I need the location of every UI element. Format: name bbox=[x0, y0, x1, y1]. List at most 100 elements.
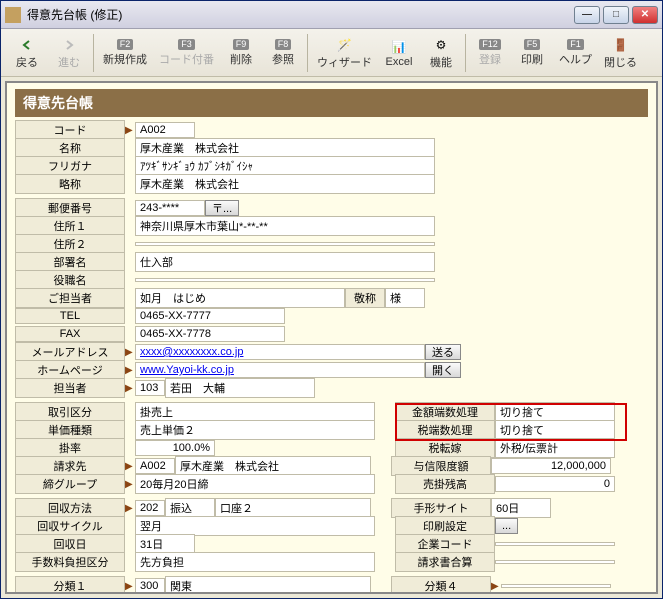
seikyu-label: 請求先 bbox=[15, 456, 125, 476]
kaishu-code-field[interactable]: 202 bbox=[135, 500, 165, 516]
seikyu-code-field[interactable]: A002 bbox=[135, 458, 175, 474]
help-button[interactable]: F1ヘルプ bbox=[554, 32, 597, 74]
zeitenka-field[interactable]: 外税/伝票計 bbox=[495, 438, 615, 458]
wizard-icon: 🪄 bbox=[336, 36, 354, 54]
back-button[interactable]: 戻る bbox=[7, 32, 47, 74]
kigyo-label: 企業コード bbox=[395, 534, 495, 554]
homepage-label: ホームページ bbox=[15, 360, 125, 380]
kigyo-field[interactable] bbox=[495, 542, 615, 546]
kakeritu-field[interactable]: 100.0% bbox=[135, 440, 215, 456]
kaishubi-field[interactable]: 31日 bbox=[135, 534, 195, 554]
print-settings-button[interactable]: ... bbox=[495, 518, 518, 534]
name-field[interactable]: 厚木産業 株式会社 bbox=[135, 138, 435, 158]
tantou-code-field[interactable]: 103 bbox=[135, 380, 165, 396]
shime-label: 締グループ bbox=[15, 474, 125, 494]
homepage-field[interactable]: www.Yayoi-kk.co.jp bbox=[135, 362, 425, 378]
addr1-field[interactable]: 神奈川県厚木市葉山*-**-** bbox=[135, 216, 435, 236]
register-button[interactable]: F12登録 bbox=[470, 32, 510, 74]
marker-icon: ▶ bbox=[491, 581, 501, 592]
kaishu-name-field[interactable]: 振込 bbox=[165, 498, 215, 518]
zip-lookup-button[interactable]: 〒... bbox=[205, 200, 239, 216]
kaishubi-label: 回収日 bbox=[15, 534, 125, 554]
titlebar: 得意先台帳 (修正) — □ ✕ bbox=[1, 1, 662, 29]
toolbar: 戻る 進む F2新規作成 F3コード付番 F9削除 F8参照 🪄ウィザード 📊E… bbox=[1, 29, 662, 77]
zip-field[interactable]: 243-**** bbox=[135, 200, 205, 216]
wizard-button[interactable]: 🪄ウィザード bbox=[312, 32, 377, 74]
title-label: 役職名 bbox=[15, 270, 125, 290]
marker-icon: ▶ bbox=[125, 479, 135, 490]
reference-button[interactable]: F8参照 bbox=[263, 32, 303, 74]
tantou-label: 担当者 bbox=[15, 378, 125, 398]
delete-button[interactable]: F9削除 bbox=[221, 32, 261, 74]
close-window-button[interactable]: ✕ bbox=[632, 6, 658, 24]
tel-field[interactable]: 0465-XX-7777 bbox=[135, 308, 285, 324]
addr2-field[interactable] bbox=[135, 242, 435, 246]
marker-icon: ▶ bbox=[125, 503, 135, 514]
honor-label: 敬称 bbox=[345, 288, 385, 308]
close-button[interactable]: 🚪閉じる bbox=[599, 32, 642, 74]
send-mail-button[interactable]: 送る bbox=[425, 344, 461, 360]
code-field[interactable]: A002 bbox=[135, 122, 195, 138]
code-label: コード bbox=[15, 120, 125, 140]
marker-icon: ▶ bbox=[125, 461, 135, 472]
kingaku-field[interactable]: 切り捨て bbox=[495, 402, 615, 422]
bunrui1-code-field[interactable]: 300 bbox=[135, 578, 165, 594]
kana-field[interactable]: ｱﾂｷﾞｻﾝｷﾞｮｳ ｶﾌﾞｼｷｶﾞｲｼｬ bbox=[135, 156, 435, 176]
zei-field[interactable]: 切り捨て bbox=[495, 420, 615, 440]
shime-field[interactable]: 20毎月20日締 bbox=[135, 474, 375, 494]
new-button[interactable]: F2新規作成 bbox=[98, 32, 152, 74]
app-icon bbox=[5, 7, 21, 23]
forward-arrow-icon bbox=[60, 36, 78, 54]
dept-label: 部署名 bbox=[15, 252, 125, 272]
torihiki-field[interactable]: 掛売上 bbox=[135, 402, 375, 422]
kakeritu-label: 掛率 bbox=[15, 438, 125, 458]
mail-field[interactable]: xxxx@xxxxxxxx.co.jp bbox=[135, 344, 425, 360]
seikyu-name-field[interactable]: 厚木産業 株式会社 bbox=[175, 456, 371, 476]
tanka-field[interactable]: 売上単価２ bbox=[135, 420, 375, 440]
close-icon: 🚪 bbox=[612, 36, 630, 54]
zeitenka-label: 税転嫁 bbox=[395, 438, 495, 458]
title-field[interactable] bbox=[135, 278, 435, 282]
forward-button[interactable]: 進む bbox=[49, 32, 89, 74]
print-button[interactable]: F5印刷 bbox=[512, 32, 552, 74]
bunrui4-label: 分類４ bbox=[391, 576, 491, 594]
abbr-label: 略称 bbox=[15, 174, 125, 194]
seikyusho-field[interactable] bbox=[495, 560, 615, 564]
kana-label: フリガナ bbox=[15, 156, 125, 176]
marker-icon: ▶ bbox=[125, 383, 135, 394]
function-button[interactable]: ⚙機能 bbox=[421, 32, 461, 74]
urizan-field[interactable]: 0 bbox=[495, 476, 615, 492]
abbr-field[interactable]: 厚木産業 株式会社 bbox=[135, 174, 435, 194]
excel-button[interactable]: 📊Excel bbox=[379, 32, 419, 74]
cycle-field[interactable]: 翌月 bbox=[135, 516, 375, 536]
zip-label: 郵便番号 bbox=[15, 198, 125, 218]
app-window: 得意先台帳 (修正) — □ ✕ 戻る 進む F2新規作成 F3コード付番 F9… bbox=[0, 0, 663, 599]
contact-field[interactable]: 如月 はじめ bbox=[135, 288, 345, 308]
tantou-name-field[interactable]: 若田 大輔 bbox=[165, 378, 315, 398]
name-label: 名称 bbox=[15, 138, 125, 158]
back-arrow-icon bbox=[18, 36, 36, 54]
yoshin-field[interactable]: 12,000,000 bbox=[491, 458, 611, 474]
open-homepage-button[interactable]: 開く bbox=[425, 362, 461, 378]
dept-field[interactable]: 仕入部 bbox=[135, 252, 435, 272]
cycle-label: 回収サイクル bbox=[15, 516, 125, 536]
fax-field[interactable]: 0465-XX-7778 bbox=[135, 326, 285, 342]
code-button[interactable]: F3コード付番 bbox=[154, 32, 219, 74]
minimize-button[interactable]: — bbox=[574, 6, 600, 24]
insatsu-label: 印刷設定 bbox=[395, 516, 495, 536]
koza-field[interactable]: 口座２ bbox=[215, 498, 371, 518]
form-grid: コード▶A002 名称 厚木産業 株式会社 フリガナ ｱﾂｷﾞｻﾝｷﾞｮｳ ｶﾌ… bbox=[15, 121, 648, 594]
maximize-button[interactable]: □ bbox=[603, 6, 629, 24]
tesuryo-field[interactable]: 先方負担 bbox=[135, 552, 375, 572]
fax-label: FAX bbox=[15, 326, 125, 342]
tegata-field[interactable]: 60日 bbox=[491, 498, 551, 518]
bunrui1-field[interactable]: 関東 bbox=[165, 576, 371, 594]
mail-label: メールアドレス bbox=[15, 342, 125, 362]
tel-label: TEL bbox=[15, 308, 125, 324]
addr2-label: 住所２ bbox=[15, 234, 125, 254]
honor-field[interactable]: 様 bbox=[385, 288, 425, 308]
contact-label: ご担当者 bbox=[15, 288, 125, 308]
urizan-label: 売掛残高 bbox=[395, 474, 495, 494]
kaishu-label: 回収方法 bbox=[15, 498, 125, 518]
bunrui4-field[interactable] bbox=[501, 584, 611, 588]
